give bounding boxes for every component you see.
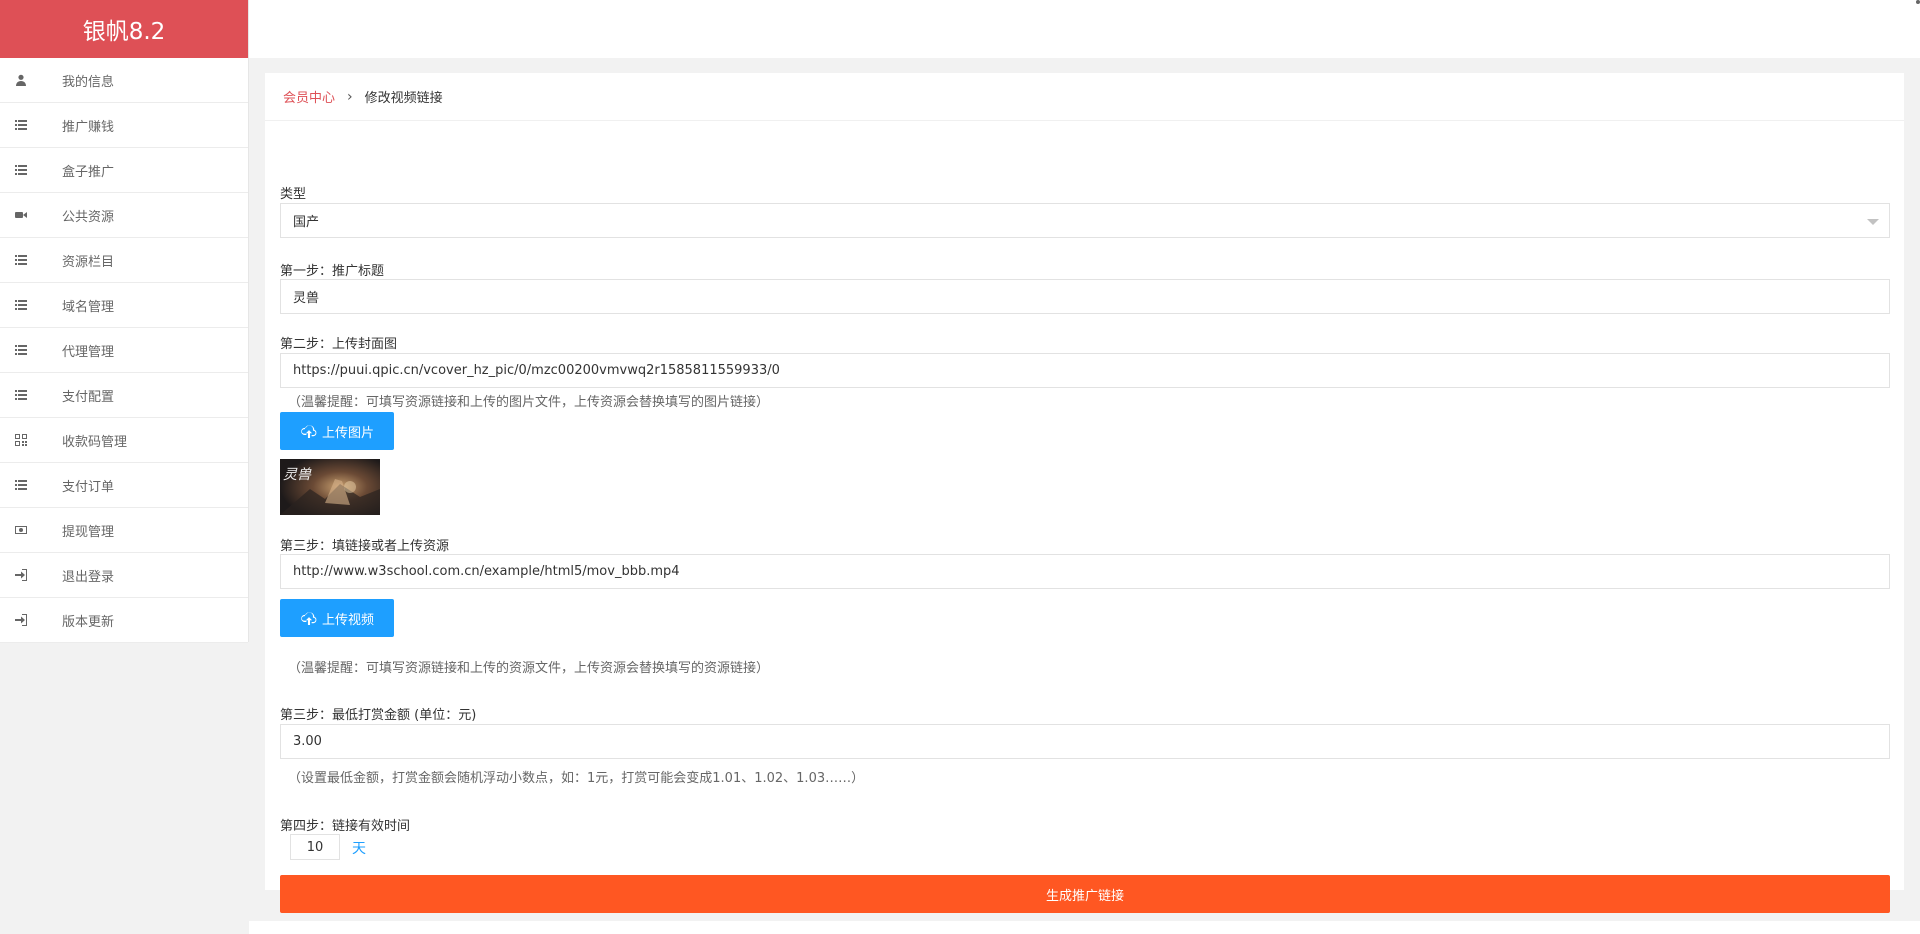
sidebar-item[interactable]: 资源栏目	[0, 238, 248, 283]
sidebar-item[interactable]: 推广赚钱	[0, 103, 248, 148]
sidebar-item-label: 我的信息	[62, 74, 115, 90]
title-input[interactable]: 灵兽	[280, 279, 1890, 314]
cover-url-input-value: https://puui.qpic.cn/vcover_hz_pic/0/mzc…	[293, 363, 780, 378]
sidebar-item-label: 退出登录	[62, 569, 115, 585]
top-indicator-dot	[1916, 0, 1920, 4]
cloud-upload-icon	[301, 612, 317, 625]
title-input-value: 灵兽	[293, 291, 320, 306]
sidebar-item[interactable]: 盒子推广	[0, 148, 248, 193]
sidebar-item-label: 资源栏目	[62, 254, 115, 270]
resource-url-input[interactable]: http://www.w3school.com.cn/example/html5…	[280, 554, 1890, 589]
resource-url-input-value: http://www.w3school.com.cn/example/html5…	[293, 564, 680, 579]
cover-thumbnail-text: 灵兽	[283, 467, 312, 483]
expiry-label: 第四步：链接有效时间	[280, 819, 411, 834]
top-bar	[249, 0, 1920, 58]
sidebar-item-label: 提现管理	[62, 524, 115, 540]
sidebar-item[interactable]: 支付订单	[0, 463, 248, 508]
brand-logo: 银帆8.2	[0, 0, 248, 58]
main-card: 会员中心 › 修改视频链接 类型 国产 第一步：推广标题 灵兽 第二步：上传封面…	[265, 73, 1904, 913]
amount-hint: （设置最低金额，打赏金额会随机浮动小数点，如：1元，打赏可能会变成1.01、1.…	[288, 771, 865, 786]
breadcrumb-link-member-center[interactable]: 会员中心	[283, 87, 335, 106]
sidebar-item-label: 推广赚钱	[62, 119, 115, 135]
breadcrumb-current: 修改视频链接	[364, 91, 443, 106]
upload-image-label: 上传图片	[321, 425, 374, 441]
expiry-days-unit: 天	[352, 841, 366, 857]
user-icon	[0, 74, 62, 86]
title-label: 第一步：推广标题	[280, 264, 385, 279]
sidebar-item-label: 代理管理	[62, 344, 115, 360]
type-select[interactable]: 国产	[280, 203, 1890, 238]
type-select-value: 国产	[293, 215, 320, 230]
amount-label: 第三步：最低打赏金额 (单位：元)	[280, 708, 477, 723]
cover-hint: （温馨提醒：可填写资源链接和上传的图片文件，上传资源会替换填写的图片链接）	[288, 395, 770, 410]
list-icon	[0, 299, 62, 311]
sidebar-item[interactable]: 收款码管理	[0, 418, 248, 463]
sidebar-item[interactable]: 退出登录	[0, 553, 248, 598]
sidebar-item[interactable]: 我的信息	[0, 58, 248, 103]
list-icon	[0, 119, 62, 131]
sidebar-item[interactable]: 公共资源	[0, 193, 248, 238]
upload-image-button[interactable]: 上传图片	[280, 412, 394, 450]
cloud-upload-icon	[301, 425, 317, 438]
sidebar-item-label: 盒子推广	[62, 164, 115, 180]
cover-url-input[interactable]: https://puui.qpic.cn/vcover_hz_pic/0/mzc…	[280, 353, 1890, 388]
amount-input[interactable]: 3.00	[280, 724, 1890, 759]
sidebar-item-label: 支付配置	[62, 389, 115, 405]
sign-in-icon	[0, 569, 62, 581]
list-icon	[0, 164, 62, 176]
sign-in-icon	[0, 614, 62, 626]
resource-label: 第三步：填链接或者上传资源	[280, 539, 450, 554]
sidebar-item[interactable]: 版本更新	[0, 598, 248, 643]
sidebar-item[interactable]: 域名管理	[0, 283, 248, 328]
cover-thumbnail: 灵兽	[280, 459, 380, 515]
type-label: 类型	[280, 187, 307, 202]
upload-video-label: 上传视频	[321, 612, 374, 628]
sidebar-item[interactable]: 代理管理	[0, 328, 248, 373]
video-camera-icon	[0, 209, 62, 221]
sidebar-item[interactable]: 提现管理	[0, 508, 248, 553]
generate-link-button[interactable]: 生成推广链接	[280, 875, 1890, 913]
amount-input-value: 3.00	[293, 734, 322, 749]
sidebar-item-label: 公共资源	[62, 209, 115, 225]
sidebar-item-label: 域名管理	[62, 299, 115, 315]
edit-video-form: 类型 国产 第一步：推广标题 灵兽 第二步：上传封面图 https://puui…	[265, 121, 1904, 913]
breadcrumb-separator: ›	[347, 88, 353, 105]
chevron-down-icon	[1867, 219, 1879, 225]
sidebar-item-label: 支付订单	[62, 479, 115, 495]
cover-label: 第二步：上传封面图	[280, 337, 398, 352]
money-icon	[0, 524, 62, 536]
list-icon	[0, 344, 62, 356]
list-icon	[0, 254, 62, 266]
qrcode-icon	[0, 434, 62, 446]
sidebar-menu: 我的信息推广赚钱盒子推广公共资源资源栏目域名管理代理管理支付配置收款码管理支付订…	[0, 58, 248, 643]
list-icon	[0, 479, 62, 491]
expiry-days-input[interactable]: 10	[290, 834, 340, 860]
breadcrumb: 会员中心 › 修改视频链接	[265, 73, 1904, 121]
footer-strip	[249, 921, 1920, 934]
sidebar-item-label: 版本更新	[62, 614, 115, 630]
sidebar-item-label: 收款码管理	[62, 434, 128, 450]
upload-video-button[interactable]: 上传视频	[280, 599, 394, 637]
sidebar-item[interactable]: 支付配置	[0, 373, 248, 418]
resource-hint: （温馨提醒：可填写资源链接和上传的资源文件，上传资源会替换填写的资源链接）	[288, 661, 770, 676]
sidebar: 银帆8.2 我的信息推广赚钱盒子推广公共资源资源栏目域名管理代理管理支付配置收款…	[0, 0, 249, 643]
list-icon	[0, 389, 62, 401]
